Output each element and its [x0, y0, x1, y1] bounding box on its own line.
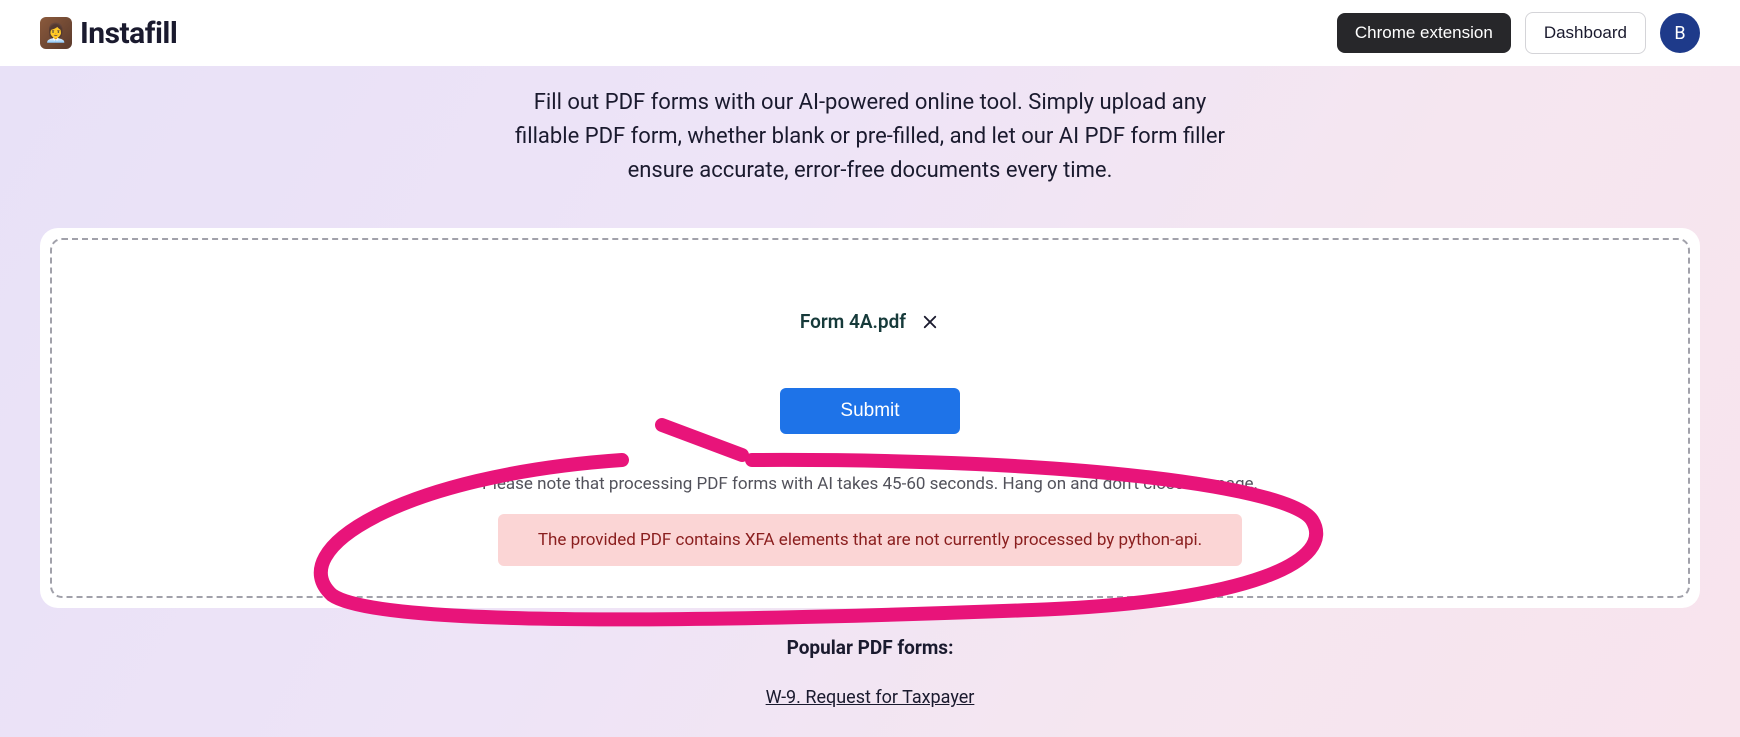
popular-forms-section: Popular PDF forms: W-9. Request for Taxp… — [0, 608, 1740, 708]
processing-note: Please note that processing PDF forms wi… — [482, 474, 1258, 494]
remove-file-icon[interactable] — [920, 312, 940, 332]
dashboard-button[interactable]: Dashboard — [1525, 12, 1646, 54]
hero-description: Fill out PDF forms with our AI-powered o… — [510, 86, 1230, 188]
logo[interactable]: 👩‍💼 Instafill — [40, 16, 177, 51]
chrome-extension-button[interactable]: Chrome extension — [1337, 13, 1511, 53]
submit-button[interactable]: Submit — [780, 388, 959, 434]
header-actions: Chrome extension Dashboard B — [1337, 12, 1700, 54]
file-row: Form 4A.pdf — [800, 310, 940, 333]
upload-dropzone[interactable]: Form 4A.pdf Submit Please note that proc… — [50, 238, 1690, 598]
popular-form-link-w9[interactable]: W-9. Request for Taxpayer — [766, 687, 975, 708]
upload-card: Form 4A.pdf Submit Please note that proc… — [40, 228, 1700, 608]
hero-section: Fill out PDF forms with our AI-powered o… — [0, 66, 1740, 737]
error-message: The provided PDF contains XFA elements t… — [498, 514, 1242, 566]
popular-forms-title: Popular PDF forms: — [0, 636, 1740, 659]
header: 👩‍💼 Instafill Chrome extension Dashboard… — [0, 0, 1740, 66]
logo-text: Instafill — [80, 16, 177, 51]
logo-icon: 👩‍💼 — [40, 17, 72, 49]
file-name: Form 4A.pdf — [800, 310, 906, 333]
avatar[interactable]: B — [1660, 13, 1700, 53]
